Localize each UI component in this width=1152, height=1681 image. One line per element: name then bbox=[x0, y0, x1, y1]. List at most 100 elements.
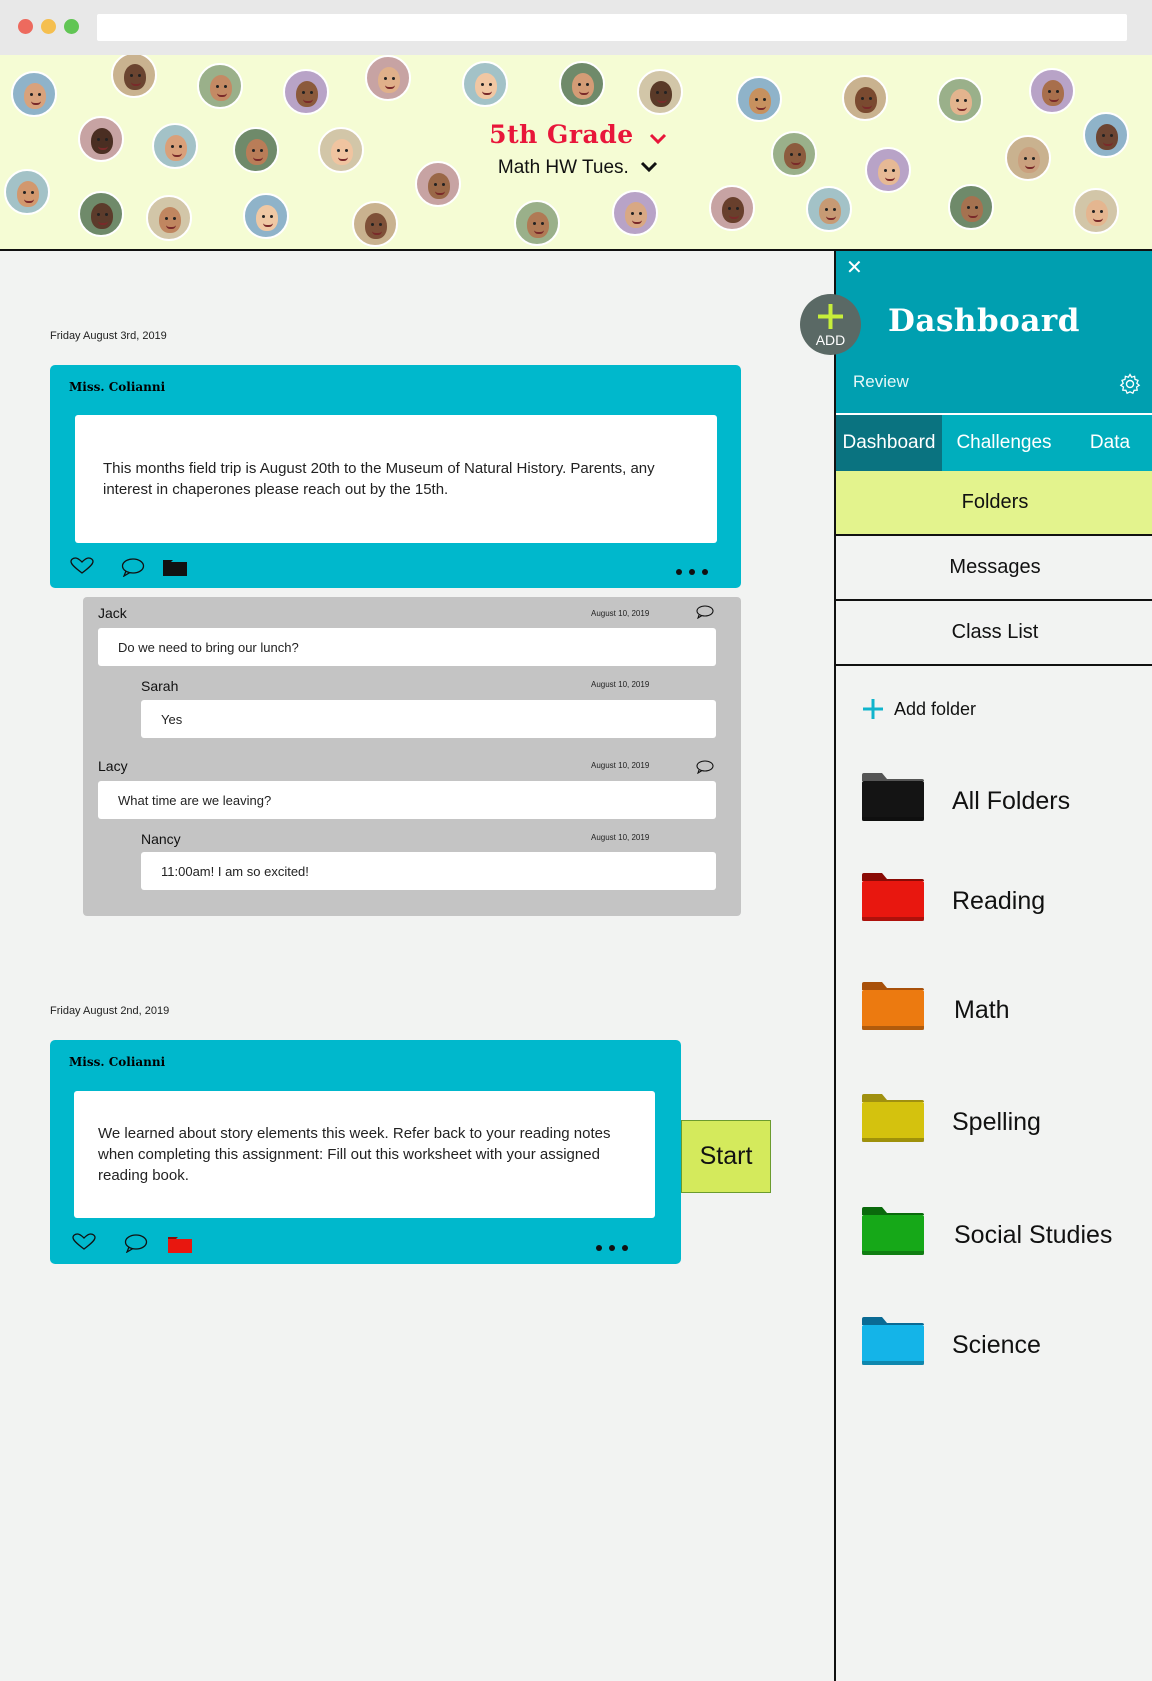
window-minimize-dot[interactable] bbox=[41, 19, 56, 34]
student-avatar[interactable] bbox=[4, 169, 50, 215]
avatar-face bbox=[17, 181, 39, 207]
plus-icon bbox=[863, 699, 883, 719]
reply-author: Sarah bbox=[141, 678, 179, 694]
class-banner: 5th Grade Math HW Tues. bbox=[0, 55, 1152, 251]
avatar-face bbox=[91, 203, 113, 229]
more-options-icon[interactable] bbox=[596, 1245, 628, 1251]
tab-data[interactable]: Data bbox=[1066, 415, 1152, 471]
student-avatar[interactable] bbox=[514, 200, 560, 246]
student-avatar[interactable] bbox=[78, 116, 124, 162]
avatar-eye bbox=[728, 207, 731, 210]
assignment-filter: Math HW Tues. bbox=[497, 157, 629, 179]
student-avatar[interactable] bbox=[1029, 68, 1075, 114]
folder-name: Reading bbox=[952, 887, 1046, 915]
class-dropdown[interactable]: 5th Grade bbox=[440, 120, 716, 151]
student-avatar[interactable] bbox=[243, 193, 289, 239]
avatar-eye bbox=[173, 217, 176, 220]
browser-chrome bbox=[0, 0, 1152, 55]
avatar-face bbox=[296, 81, 318, 107]
student-avatar[interactable] bbox=[612, 190, 658, 236]
reply-author: Nancy bbox=[141, 831, 181, 847]
add-label: ADD bbox=[815, 332, 846, 348]
folder-item[interactable]: Social Studies bbox=[862, 1207, 1142, 1267]
window-maximize-dot[interactable] bbox=[64, 19, 79, 34]
student-avatar[interactable] bbox=[1005, 135, 1051, 181]
folder-icon[interactable] bbox=[168, 1237, 192, 1258]
avatar-eye bbox=[533, 222, 536, 225]
menu-class-list[interactable]: Class List bbox=[836, 601, 1152, 666]
student-avatar[interactable] bbox=[152, 123, 198, 169]
start-assignment-button[interactable]: Start bbox=[681, 1120, 771, 1193]
student-avatar[interactable] bbox=[111, 55, 157, 98]
post-date: Friday August 2nd, 2019 bbox=[50, 1005, 170, 1017]
menu-folders[interactable]: Folders bbox=[836, 471, 1152, 536]
assignment-dropdown[interactable]: Math HW Tues. bbox=[440, 157, 716, 179]
tab-challenges[interactable]: Challenges bbox=[942, 415, 1066, 471]
folder-item[interactable]: Science bbox=[862, 1317, 1142, 1377]
student-avatar[interactable] bbox=[78, 191, 124, 237]
folder-item[interactable]: Math bbox=[862, 982, 1142, 1042]
avatar-face bbox=[159, 207, 181, 233]
student-avatar[interactable] bbox=[736, 76, 782, 122]
comment-icon[interactable] bbox=[121, 557, 145, 582]
heart-icon[interactable] bbox=[72, 1233, 96, 1256]
student-avatar[interactable] bbox=[146, 195, 192, 241]
folder-icon[interactable] bbox=[163, 560, 187, 581]
window-close-dot[interactable] bbox=[18, 19, 33, 34]
heart-icon[interactable] bbox=[70, 557, 94, 580]
avatar-face bbox=[378, 67, 400, 93]
reply-date: August 10, 2019 bbox=[591, 609, 650, 618]
avatar-face bbox=[165, 135, 187, 161]
reply-icon[interactable] bbox=[696, 760, 714, 779]
student-avatar[interactable] bbox=[842, 75, 888, 121]
student-avatar[interactable] bbox=[1083, 112, 1129, 158]
review-link[interactable]: Review bbox=[853, 372, 909, 392]
student-avatar[interactable] bbox=[352, 201, 398, 247]
avatar-eye bbox=[833, 208, 836, 211]
student-avatar[interactable] bbox=[11, 71, 57, 117]
avatar-eye bbox=[798, 153, 801, 156]
add-button[interactable]: ADD bbox=[800, 294, 861, 355]
avatar-face bbox=[1096, 124, 1118, 150]
student-avatar[interactable] bbox=[709, 185, 755, 231]
reply-text: What time are we leaving? bbox=[98, 781, 716, 819]
avatar-eye bbox=[1032, 157, 1035, 160]
avatar-eye bbox=[379, 223, 382, 226]
tab-dashboard[interactable]: Dashboard bbox=[836, 415, 942, 471]
folder-item[interactable]: Reading bbox=[862, 873, 1142, 933]
post-date: Friday August 3rd, 2019 bbox=[50, 330, 167, 342]
student-avatar[interactable] bbox=[318, 127, 364, 173]
menu-messages[interactable]: Messages bbox=[836, 536, 1152, 601]
student-avatar[interactable] bbox=[415, 161, 461, 207]
comment-icon[interactable] bbox=[124, 1233, 148, 1258]
student-avatar[interactable] bbox=[559, 61, 605, 107]
reply-text: Do we need to bring our lunch? bbox=[98, 628, 716, 666]
student-avatar[interactable] bbox=[197, 63, 243, 109]
student-avatar[interactable] bbox=[233, 127, 279, 173]
student-avatar[interactable] bbox=[462, 61, 508, 107]
post-text: We learned about story elements this wee… bbox=[98, 1125, 611, 1184]
avatar-eye bbox=[825, 208, 828, 211]
student-avatar[interactable] bbox=[937, 77, 983, 123]
add-folder-button[interactable]: Add folder bbox=[862, 698, 976, 720]
reply-icon[interactable] bbox=[696, 605, 714, 624]
student-avatar[interactable] bbox=[771, 131, 817, 177]
student-avatar[interactable] bbox=[865, 147, 911, 193]
folder-item[interactable]: Spelling bbox=[862, 1094, 1142, 1154]
student-avatar[interactable] bbox=[948, 184, 994, 230]
student-avatar[interactable] bbox=[806, 186, 852, 232]
folder-item[interactable]: All Folders bbox=[862, 773, 1142, 833]
close-icon[interactable]: ✕ bbox=[846, 255, 863, 280]
student-avatar[interactable] bbox=[637, 69, 683, 115]
reply-author: Lacy bbox=[98, 758, 128, 774]
more-options-icon[interactable] bbox=[676, 569, 708, 575]
avatar-eye bbox=[252, 149, 255, 152]
student-avatar[interactable] bbox=[1073, 188, 1119, 234]
student-avatar[interactable] bbox=[365, 55, 411, 101]
avatar-eye bbox=[892, 169, 895, 172]
avatar-face bbox=[625, 202, 647, 228]
address-bar[interactable] bbox=[97, 14, 1127, 41]
student-avatar[interactable] bbox=[283, 69, 329, 115]
avatar-eye bbox=[138, 74, 141, 77]
gear-icon[interactable] bbox=[1119, 373, 1141, 400]
